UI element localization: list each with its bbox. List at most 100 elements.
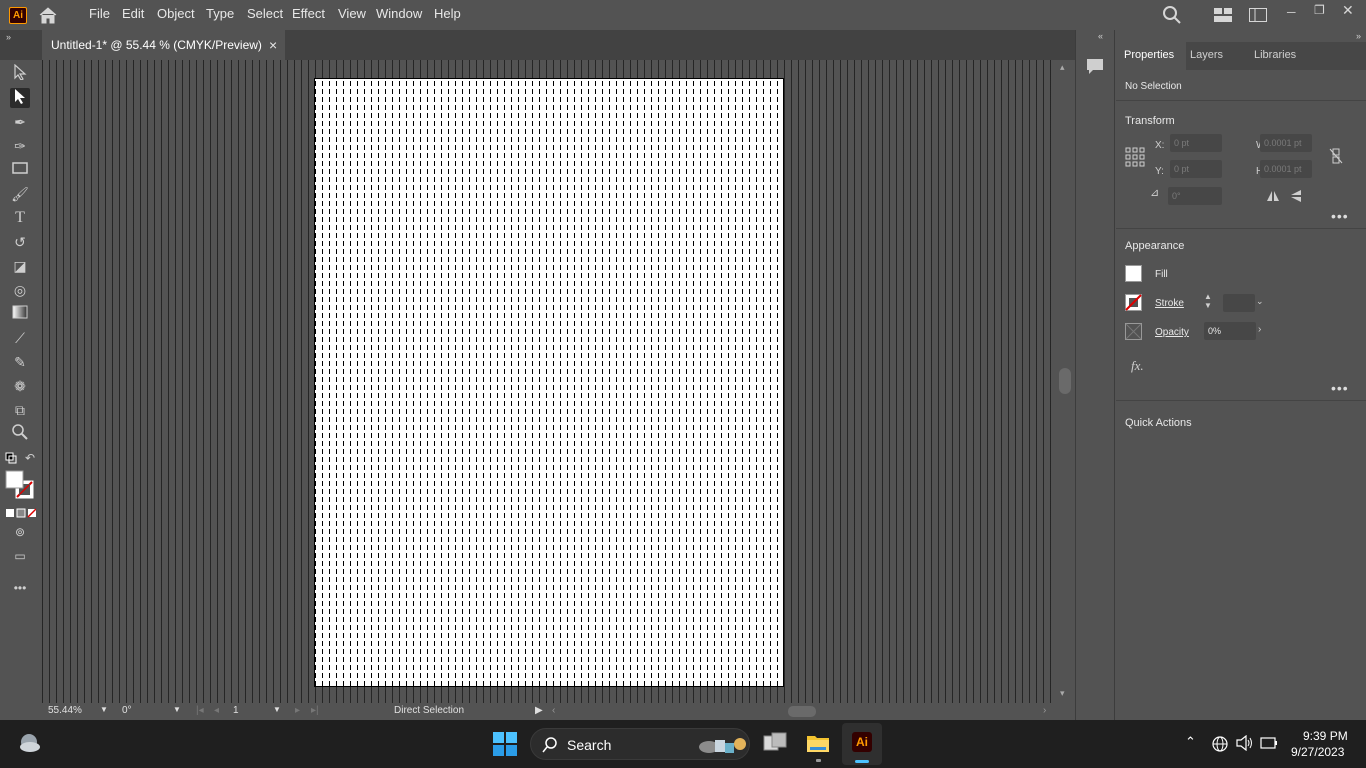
scroll-up-icon[interactable]: ▴ <box>1060 62 1065 73</box>
stroke-swatch[interactable] <box>1125 294 1142 314</box>
menu-type[interactable]: Type <box>206 6 234 21</box>
curvature-tool-icon[interactable]: ✑ <box>10 136 30 156</box>
fill-stroke-swatch[interactable] <box>5 470 35 503</box>
minimize-icon[interactable]: ─ <box>1287 5 1299 19</box>
stroke-weight-dropdown-icon[interactable]: ⌄ <box>1256 296 1264 307</box>
opacity-label[interactable]: Opacity <box>1155 327 1189 338</box>
gradient-tool-icon[interactable] <box>10 304 30 324</box>
y-field[interactable]: 0 pt <box>1170 160 1222 178</box>
menu-select[interactable]: Select <box>247 6 283 21</box>
start-icon[interactable] <box>493 732 517 759</box>
app-logo[interactable]: Ai <box>9 7 27 24</box>
menu-effect[interactable]: Effect <box>292 6 325 21</box>
tab-layers[interactable]: Layers <box>1190 49 1223 61</box>
volume-icon[interactable] <box>1236 734 1254 754</box>
zoom-dropdown-icon[interactable]: ▼ <box>100 705 108 719</box>
scroll-left-icon[interactable]: ‹ <box>552 705 555 719</box>
flip-horizontal-icon[interactable] <box>1266 190 1280 205</box>
shape-builder-tool-icon[interactable]: ◎ <box>10 280 30 300</box>
last-artboard-icon[interactable]: ▸| <box>311 705 319 719</box>
rotation-value[interactable]: 0° <box>122 705 132 719</box>
eyedropper-tool-icon[interactable]: ⟋ <box>10 328 30 348</box>
artboard[interactable] <box>314 78 784 687</box>
document-tab[interactable]: Untitled-1* @ 55.44 % (CMYK/Preview) × <box>42 30 285 60</box>
rotation-dropdown-icon[interactable]: ▼ <box>173 705 181 719</box>
tab-properties[interactable]: Properties <box>1124 49 1174 61</box>
next-artboard-icon[interactable]: ▸ <box>295 705 300 719</box>
screen-mode-icon[interactable]: ▭ <box>10 546 30 566</box>
eraser-tool-icon[interactable]: ◪ <box>10 256 30 276</box>
fx-icon[interactable]: fx. <box>1131 358 1144 374</box>
prev-artboard-icon[interactable]: ◂ <box>214 705 219 719</box>
pen-tool-icon[interactable]: ✒ <box>10 112 30 132</box>
clock-time[interactable]: 9:39 PM <box>1303 729 1348 743</box>
w-field[interactable]: 0.0001 pt <box>1260 134 1312 152</box>
draw-mode-icon[interactable]: ⊚ <box>10 522 30 542</box>
clock-date[interactable]: 9/27/2023 <box>1291 745 1344 759</box>
zoom-level[interactable]: 55.44% <box>48 705 82 719</box>
type-tool-icon[interactable]: T <box>10 208 30 228</box>
workspace-switcher-icon[interactable] <box>1214 8 1232 25</box>
taskbar-search-box[interactable]: Search <box>530 728 750 760</box>
menu-help[interactable]: Help <box>434 6 461 21</box>
panel-toggle-icon[interactable] <box>1249 8 1267 25</box>
weather-icon[interactable] <box>17 732 41 754</box>
opacity-field[interactable]: 0% <box>1204 322 1256 340</box>
direct-selection-tool-icon[interactable] <box>10 88 30 108</box>
blend-tool-icon[interactable]: ✎ <box>10 352 30 372</box>
fill-swatch[interactable] <box>1125 265 1142 282</box>
rectangle-tool-icon[interactable] <box>10 160 30 180</box>
restore-icon[interactable]: ❐ <box>1314 3 1326 17</box>
reference-point-icon[interactable] <box>1125 147 1145 170</box>
menu-object[interactable]: Object <box>157 6 195 21</box>
close-window-icon[interactable]: ✕ <box>1342 2 1354 19</box>
first-artboard-icon[interactable]: |◂ <box>196 705 204 719</box>
paintbrush-tool-icon[interactable]: 🖌 <box>10 184 30 204</box>
rotate-tool-icon[interactable]: ↺ <box>10 232 30 252</box>
zoom-tool-icon[interactable] <box>10 424 30 444</box>
horizontal-scroll-thumb[interactable] <box>788 706 816 717</box>
stroke-label[interactable]: Stroke <box>1155 298 1184 309</box>
language-icon[interactable] <box>1212 736 1228 755</box>
swap-fill-stroke-icon[interactable]: ↶ <box>25 451 35 465</box>
edit-toolbar-icon[interactable]: ••• <box>10 578 30 598</box>
menu-file[interactable]: File <box>89 6 110 21</box>
h-field[interactable]: 0.0001 pt <box>1260 160 1312 178</box>
selection-tool-icon[interactable] <box>10 63 30 84</box>
flip-vertical-icon[interactable] <box>1290 189 1302 206</box>
comments-icon[interactable] <box>1086 58 1104 79</box>
canvas-area[interactable] <box>42 60 1056 703</box>
transform-more-icon[interactable]: ••• <box>1331 208 1349 224</box>
search-icon[interactable] <box>1163 6 1181 27</box>
battery-icon[interactable] <box>1260 736 1278 753</box>
stroke-weight-stepper[interactable]: ▲ ▼ <box>1204 292 1212 310</box>
collapse-toolbar-icon[interactable]: » <box>6 32 11 42</box>
artboard-tool-icon[interactable]: ⧉ <box>10 400 30 420</box>
opacity-arrow-icon[interactable]: › <box>1258 324 1261 335</box>
appearance-more-icon[interactable]: ••• <box>1331 380 1349 396</box>
illustrator-taskbar-button[interactable]: Ai <box>842 723 882 765</box>
constrain-proportions-icon[interactable] <box>1328 147 1344 168</box>
angle-field[interactable]: 0° <box>1168 187 1222 205</box>
tab-libraries[interactable]: Libraries <box>1254 49 1296 61</box>
scroll-right-icon[interactable]: › <box>1043 705 1046 719</box>
menu-view[interactable]: View <box>338 6 366 21</box>
menu-window[interactable]: Window <box>376 6 422 21</box>
x-field[interactable]: 0 pt <box>1170 134 1222 152</box>
close-tab-icon[interactable]: × <box>269 37 277 53</box>
collapse-dock-icon[interactable]: « <box>1098 31 1103 41</box>
vertical-scroll-thumb[interactable] <box>1059 368 1071 394</box>
show-hidden-icons-icon[interactable]: ⌃ <box>1185 734 1196 750</box>
file-explorer-icon[interactable] <box>806 732 830 757</box>
scroll-down-icon[interactable]: ▾ <box>1060 688 1065 699</box>
symbol-sprayer-tool-icon[interactable]: ❁ <box>10 376 30 396</box>
default-fill-stroke-icon[interactable] <box>5 452 17 467</box>
collapse-panel-icon[interactable]: » <box>1356 31 1361 41</box>
artboard-number[interactable]: 1 <box>233 705 239 719</box>
color-mode-icons[interactable] <box>6 507 37 521</box>
task-view-icon[interactable] <box>763 732 787 757</box>
home-icon[interactable] <box>38 6 58 24</box>
stroke-weight-field[interactable] <box>1223 294 1255 312</box>
artboard-dropdown-icon[interactable]: ▼ <box>273 705 281 719</box>
menu-edit[interactable]: Edit <box>122 6 144 21</box>
